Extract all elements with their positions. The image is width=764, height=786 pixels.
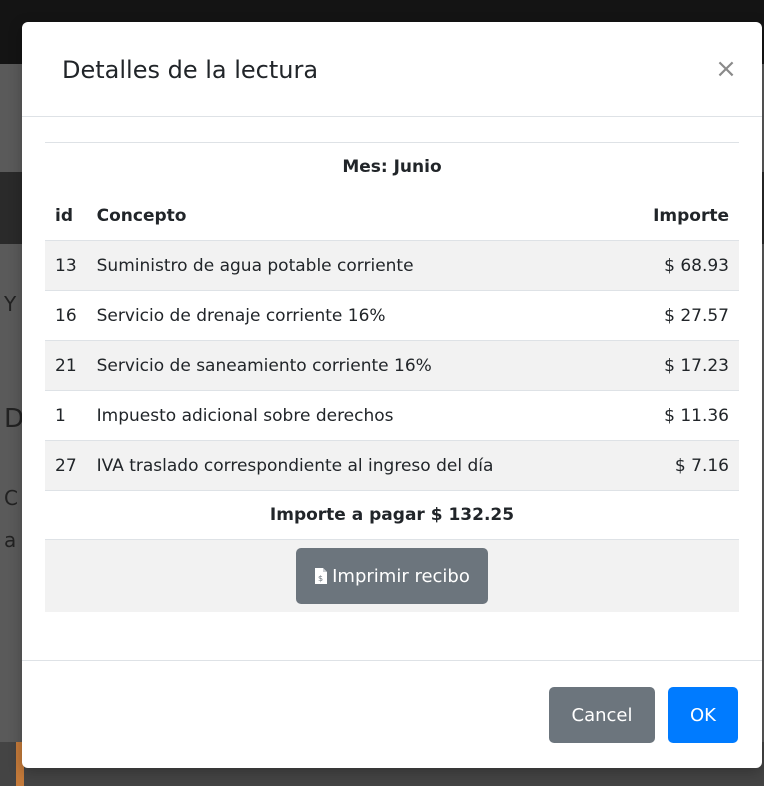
print-cell: $ Imprimir recibo [45, 539, 739, 612]
row-amount: $ 27.57 [616, 290, 739, 341]
print-row: $ Imprimir recibo [45, 539, 739, 612]
month-label: Mes: Junio [45, 142, 739, 191]
modal-header: Detalles de la lectura × [22, 22, 762, 117]
print-receipt-button[interactable]: $ Imprimir recibo [296, 548, 488, 604]
column-header-id: id [55, 205, 73, 226]
table-row: 1 Impuesto adicional sobre derechos $ 11… [45, 390, 739, 441]
table-row: 13 Suministro de agua potable corriente … [45, 240, 739, 291]
print-receipt-label: Imprimir recibo [332, 565, 470, 587]
file-invoice-icon: $ [314, 567, 328, 585]
row-id: 1 [45, 390, 87, 441]
month-row: Mes: Junio [45, 142, 739, 191]
reading-details-table-wrap: Mes: Junio id Concepto Importe 13 Sumini… [45, 142, 739, 612]
row-id: 27 [45, 440, 87, 491]
row-id: 21 [45, 340, 87, 391]
background-fragment: C [4, 486, 18, 510]
column-header-concept: Concepto [96, 205, 187, 226]
svg-text:$: $ [318, 574, 323, 583]
table-row: 21 Servicio de saneamiento corriente 16%… [45, 340, 739, 391]
row-amount: $ 11.36 [616, 390, 739, 441]
background-fragment: Y [4, 292, 17, 316]
table-header-row: id Concepto Importe [45, 191, 739, 241]
row-amount: $ 68.93 [616, 240, 739, 291]
row-id: 16 [45, 290, 87, 341]
row-amount: $ 17.23 [616, 340, 739, 391]
table-row: 27 IVA traslado correspondiente al ingre… [45, 440, 739, 491]
row-concept: Suministro de agua potable corriente [86, 240, 617, 291]
reading-details-table: Mes: Junio id Concepto Importe 13 Sumini… [45, 142, 739, 612]
total-row: Importe a pagar $ 132.25 [45, 490, 739, 540]
row-amount: $ 7.16 [616, 440, 739, 491]
background-fragment: a [4, 528, 17, 552]
row-concept: Servicio de saneamiento corriente 16% [86, 340, 617, 391]
modal-footer: Cancel OK [22, 660, 762, 768]
row-concept: Servicio de drenaje corriente 16% [86, 290, 617, 341]
reading-details-modal: Detalles de la lectura × Mes: Junio id C… [22, 22, 762, 768]
row-id: 13 [45, 240, 87, 291]
modal-title: Detalles de la lectura [62, 56, 319, 84]
cancel-button[interactable]: Cancel [549, 687, 655, 743]
ok-button[interactable]: OK [668, 687, 738, 743]
close-icon[interactable]: × [714, 54, 738, 84]
row-concept: Impuesto adicional sobre derechos [86, 390, 617, 441]
column-header-amount: Importe [653, 205, 729, 226]
table-row: 16 Servicio de drenaje corriente 16% $ 2… [45, 290, 739, 341]
total-label: Importe a pagar $ 132.25 [45, 490, 739, 540]
row-concept: IVA traslado correspondiente al ingreso … [86, 440, 617, 491]
